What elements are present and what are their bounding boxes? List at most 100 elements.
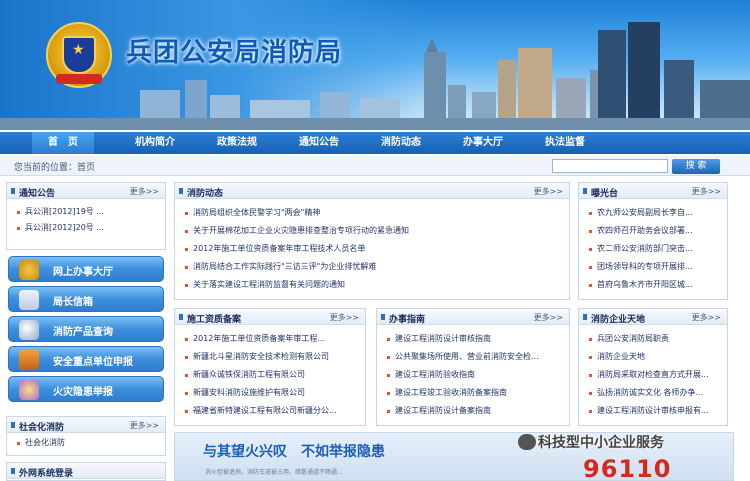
fire-news-box: 消防动态 更多>> 消防局组织全体民警学习"两会"精神 关于开展棉花加工企业火灾… bbox=[174, 182, 570, 300]
contractors-more-link[interactable]: 更多>> bbox=[330, 312, 359, 323]
list-item[interactable]: 2012年施工单位资质备案年审工程... bbox=[185, 330, 359, 348]
list-item[interactable]: 兵公消[2012]20号 ... bbox=[17, 220, 159, 236]
social-header: 社会化消防 更多>> bbox=[7, 417, 165, 433]
nav-notices[interactable]: 通知公告 bbox=[278, 132, 360, 154]
companies-title: 消防企业天地 bbox=[582, 312, 645, 325]
guide-more-link[interactable]: 更多>> bbox=[534, 312, 563, 323]
header-banner: 兵团公安局消防局 bbox=[0, 0, 750, 130]
list-item[interactable]: 团场领导科的专项开展排... bbox=[589, 258, 721, 276]
list-item[interactable]: 新疆北斗星消防安全技术检测有限公司 bbox=[185, 348, 359, 366]
list-item[interactable]: 农九师公安局副局长李自... bbox=[589, 204, 721, 222]
fire-companies-box: 消防企业天地 更多>> 兵团公安消防局职责 消防企业天地 消防局采取对检查直方式… bbox=[578, 308, 728, 426]
list-item[interactable]: 兵公消[2012]19号 ... bbox=[17, 204, 159, 220]
banner-slogan: 与其望火兴叹 不如举报隐患 bbox=[203, 444, 385, 460]
magnifier-icon bbox=[19, 320, 39, 340]
service-label: 局长信箱 bbox=[53, 297, 93, 308]
list-item[interactable]: 兵团公安消防局职责 bbox=[589, 330, 721, 348]
notice-list: 兵公消[2012]19号 ... 兵公消[2012]20号 ... bbox=[7, 199, 165, 236]
social-fire-box: 社会化消防 更多>> 社会化消防 bbox=[6, 416, 166, 456]
list-item[interactable]: 公共聚集场所使用、营业前消防安全检... bbox=[387, 348, 563, 366]
key-unit-declaration-button[interactable]: 安全重点单位申报 bbox=[8, 346, 164, 372]
guide-title: 办事指南 bbox=[380, 312, 425, 325]
exposure-header: 曝光台 更多>> bbox=[579, 183, 727, 199]
online-service-hall-button[interactable]: 网上办事大厅 bbox=[8, 256, 164, 282]
site-title: 兵团公安局消防局 bbox=[126, 38, 343, 68]
lightbulb-icon bbox=[19, 380, 39, 400]
companies-more-link[interactable]: 更多>> bbox=[692, 312, 721, 323]
exposure-title: 曝光台 bbox=[582, 186, 618, 199]
list-item[interactable]: 关于开展棉花加工企业火灾隐患排查整治专项行动的紧急通知 bbox=[185, 222, 563, 240]
list-item[interactable]: 首府乌鲁木齐市开阳区城... bbox=[589, 276, 721, 294]
contractors-list: 2012年施工单位资质备案年审工程... 新疆北斗星消防安全技术检测有限公司 新… bbox=[175, 325, 365, 420]
contractors-header: 施工资质备案 更多>> bbox=[175, 309, 365, 325]
shield-icon bbox=[62, 36, 96, 74]
fire-news-header: 消防动态 更多>> bbox=[175, 183, 569, 199]
social-title: 社会化消防 bbox=[10, 420, 64, 433]
city-skyline-image bbox=[0, 22, 750, 130]
social-more-link[interactable]: 更多>> bbox=[130, 420, 159, 431]
extranet-login-box: 外网系统登录 bbox=[6, 462, 166, 481]
search-input[interactable] bbox=[552, 159, 668, 173]
nav-home[interactable]: 首 页 bbox=[32, 132, 94, 154]
hotline-number: 96110 bbox=[583, 455, 672, 481]
nav-about[interactable]: 机构简介 bbox=[114, 132, 196, 154]
folder-icon bbox=[19, 350, 39, 370]
list-item[interactable]: 社会化消防 bbox=[17, 435, 159, 451]
list-item[interactable]: 建设工程消防设计审核指南 bbox=[387, 330, 563, 348]
list-item[interactable]: 农二师公安消防部门突击... bbox=[589, 240, 721, 258]
list-item[interactable]: 消防企业天地 bbox=[589, 348, 721, 366]
exposure-more-link[interactable]: 更多>> bbox=[692, 186, 721, 197]
list-item[interactable]: 消防局组织全体民警学习"两会"精神 bbox=[185, 204, 563, 222]
guide-list: 建设工程消防设计审核指南 公共聚集场所使用、营业前消防安全检... 建设工程消防… bbox=[377, 325, 569, 420]
list-item[interactable]: 新疆众诚铁保消防工程有限公司 bbox=[185, 366, 359, 384]
list-item[interactable]: 新疆安科消防设施维护有限公司 bbox=[185, 384, 359, 402]
exposure-list: 农九师公安局副局长李自... 农四师召开助务会议部署... 农二师公安消防部门突… bbox=[579, 199, 727, 294]
nav-fire-news[interactable]: 消防动态 bbox=[360, 132, 442, 154]
list-item[interactable]: 消防局采取对检查直方式开展... bbox=[589, 366, 721, 384]
notice-title: 通知公告 bbox=[10, 186, 55, 199]
companies-header: 消防企业天地 更多>> bbox=[579, 309, 727, 325]
notice-more-link[interactable]: 更多>> bbox=[130, 186, 159, 197]
location-bar: 您当前的位置：首页 搜 索 bbox=[0, 156, 750, 176]
fire-product-query-button[interactable]: 消防产品查询 bbox=[8, 316, 164, 342]
service-guide-box: 办事指南 更多>> 建设工程消防设计审核指南 公共聚集场所使用、营业前消防安全检… bbox=[376, 308, 570, 426]
contractors-title: 施工资质备案 bbox=[178, 312, 241, 325]
list-item[interactable]: 建设工程消防设计备案指南 bbox=[387, 402, 563, 420]
list-item[interactable]: 建设工程竣工验收消防备案指南 bbox=[387, 384, 563, 402]
list-item[interactable]: 建设工程消防验收指南 bbox=[387, 366, 563, 384]
search-button[interactable]: 搜 索 bbox=[672, 159, 720, 174]
wechat-icon bbox=[518, 434, 536, 450]
list-item[interactable]: 农四师召开助务会议部署... bbox=[589, 222, 721, 240]
banner-subtext: 消火栓被遮挡，消防车道被占用，疏散通道不畅通... bbox=[205, 469, 343, 476]
list-item[interactable]: 消防局结合工作实际践行"三访三评"为企业排忧解难 bbox=[185, 258, 563, 276]
guide-header: 办事指南 更多>> bbox=[377, 309, 569, 325]
list-item[interactable]: 建设工程消防设计审核申报有... bbox=[589, 402, 721, 420]
social-list: 社会化消防 bbox=[7, 433, 165, 451]
watermark-text: 科技型中小企业服务 bbox=[538, 435, 664, 451]
fire-news-title: 消防动态 bbox=[178, 186, 223, 199]
fire-news-more-link[interactable]: 更多>> bbox=[534, 186, 563, 197]
service-label: 网上办事大厅 bbox=[53, 267, 113, 278]
fire-hazard-report-button[interactable]: 火灾隐患举报 bbox=[8, 376, 164, 402]
police-emblem-logo bbox=[46, 22, 112, 88]
fire-news-list: 消防局组织全体民警学习"两会"精神 关于开展棉花加工企业火灾隐患排查整治专项行动… bbox=[175, 199, 569, 294]
nav-service-hall[interactable]: 办事大厅 bbox=[442, 132, 524, 154]
nav-law-supervision[interactable]: 执法监督 bbox=[524, 132, 606, 154]
main-nav: 首 页 机构简介 政策法规 通知公告 消防动态 办事大厅 执法监督 bbox=[0, 132, 750, 154]
service-label: 消防产品查询 bbox=[53, 327, 113, 338]
director-mailbox-button[interactable]: 局长信箱 bbox=[8, 286, 164, 312]
list-item[interactable]: 2012年施工单位资质备案年审工程技术人员名单 bbox=[185, 240, 563, 258]
service-label: 安全重点单位申报 bbox=[53, 357, 133, 368]
extranet-title: 外网系统登录 bbox=[10, 466, 73, 479]
list-item[interactable]: 弘扬消防诚实文化 各师办争... bbox=[589, 384, 721, 402]
list-item[interactable]: 福建省新特建设工程有限公司新疆分公... bbox=[185, 402, 359, 420]
extranet-header: 外网系统登录 bbox=[7, 463, 165, 479]
service-label: 火灾隐患举报 bbox=[53, 387, 113, 398]
contractors-box: 施工资质备案 更多>> 2012年施工单位资质备案年审工程... 新疆北斗星消防… bbox=[174, 308, 366, 426]
nav-policy[interactable]: 政策法规 bbox=[196, 132, 278, 154]
police-badge-icon bbox=[19, 260, 39, 280]
companies-list: 兵团公安消防局职责 消防企业天地 消防局采取对检查直方式开展... 弘扬消防诚实… bbox=[579, 325, 727, 420]
notice-box: 通知公告 更多>> 兵公消[2012]19号 ... 兵公消[2012]20号 … bbox=[6, 182, 166, 250]
mail-icon bbox=[19, 290, 39, 310]
list-item[interactable]: 关于落实建设工程消防监督有关问题的通知 bbox=[185, 276, 563, 294]
